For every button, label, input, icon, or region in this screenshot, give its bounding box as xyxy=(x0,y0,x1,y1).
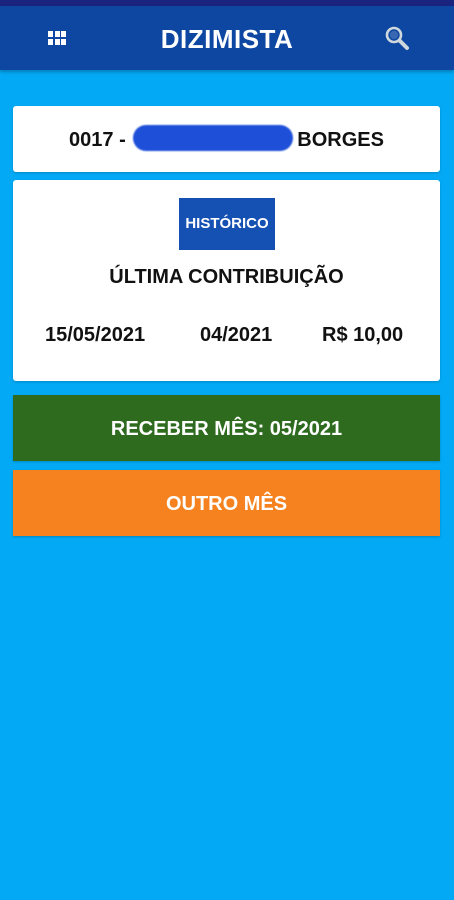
contribution-card: HISTÓRICO ÚLTIMA CONTRIBUIÇÃO 15/05/2021… xyxy=(13,180,440,381)
search-icon xyxy=(385,26,409,50)
last-contribution-title: ÚLTIMA CONTRIBUIÇÃO xyxy=(109,266,344,288)
receive-month-button[interactable]: RECEBER MÊS: 05/2021 xyxy=(13,395,440,461)
member-name: 0017 - BORGES xyxy=(13,106,440,172)
history-button[interactable]: HISTÓRICO xyxy=(179,198,275,250)
redacted-name xyxy=(133,124,294,151)
member-surname: BORGES xyxy=(297,129,384,151)
last-contribution-amount: R$ 10,00 xyxy=(322,324,404,346)
search-button[interactable] xyxy=(380,22,414,56)
last-contribution-date: 15/05/2021 xyxy=(45,324,146,346)
app-bar: DIZIMISTA xyxy=(0,6,454,70)
member-card[interactable]: 0017 - BORGES xyxy=(13,106,440,172)
other-month-button[interactable]: OUTRO MÊS xyxy=(13,470,440,536)
last-contribution-month: 04/2021 xyxy=(200,324,273,346)
member-code: 0017 - xyxy=(69,129,132,151)
